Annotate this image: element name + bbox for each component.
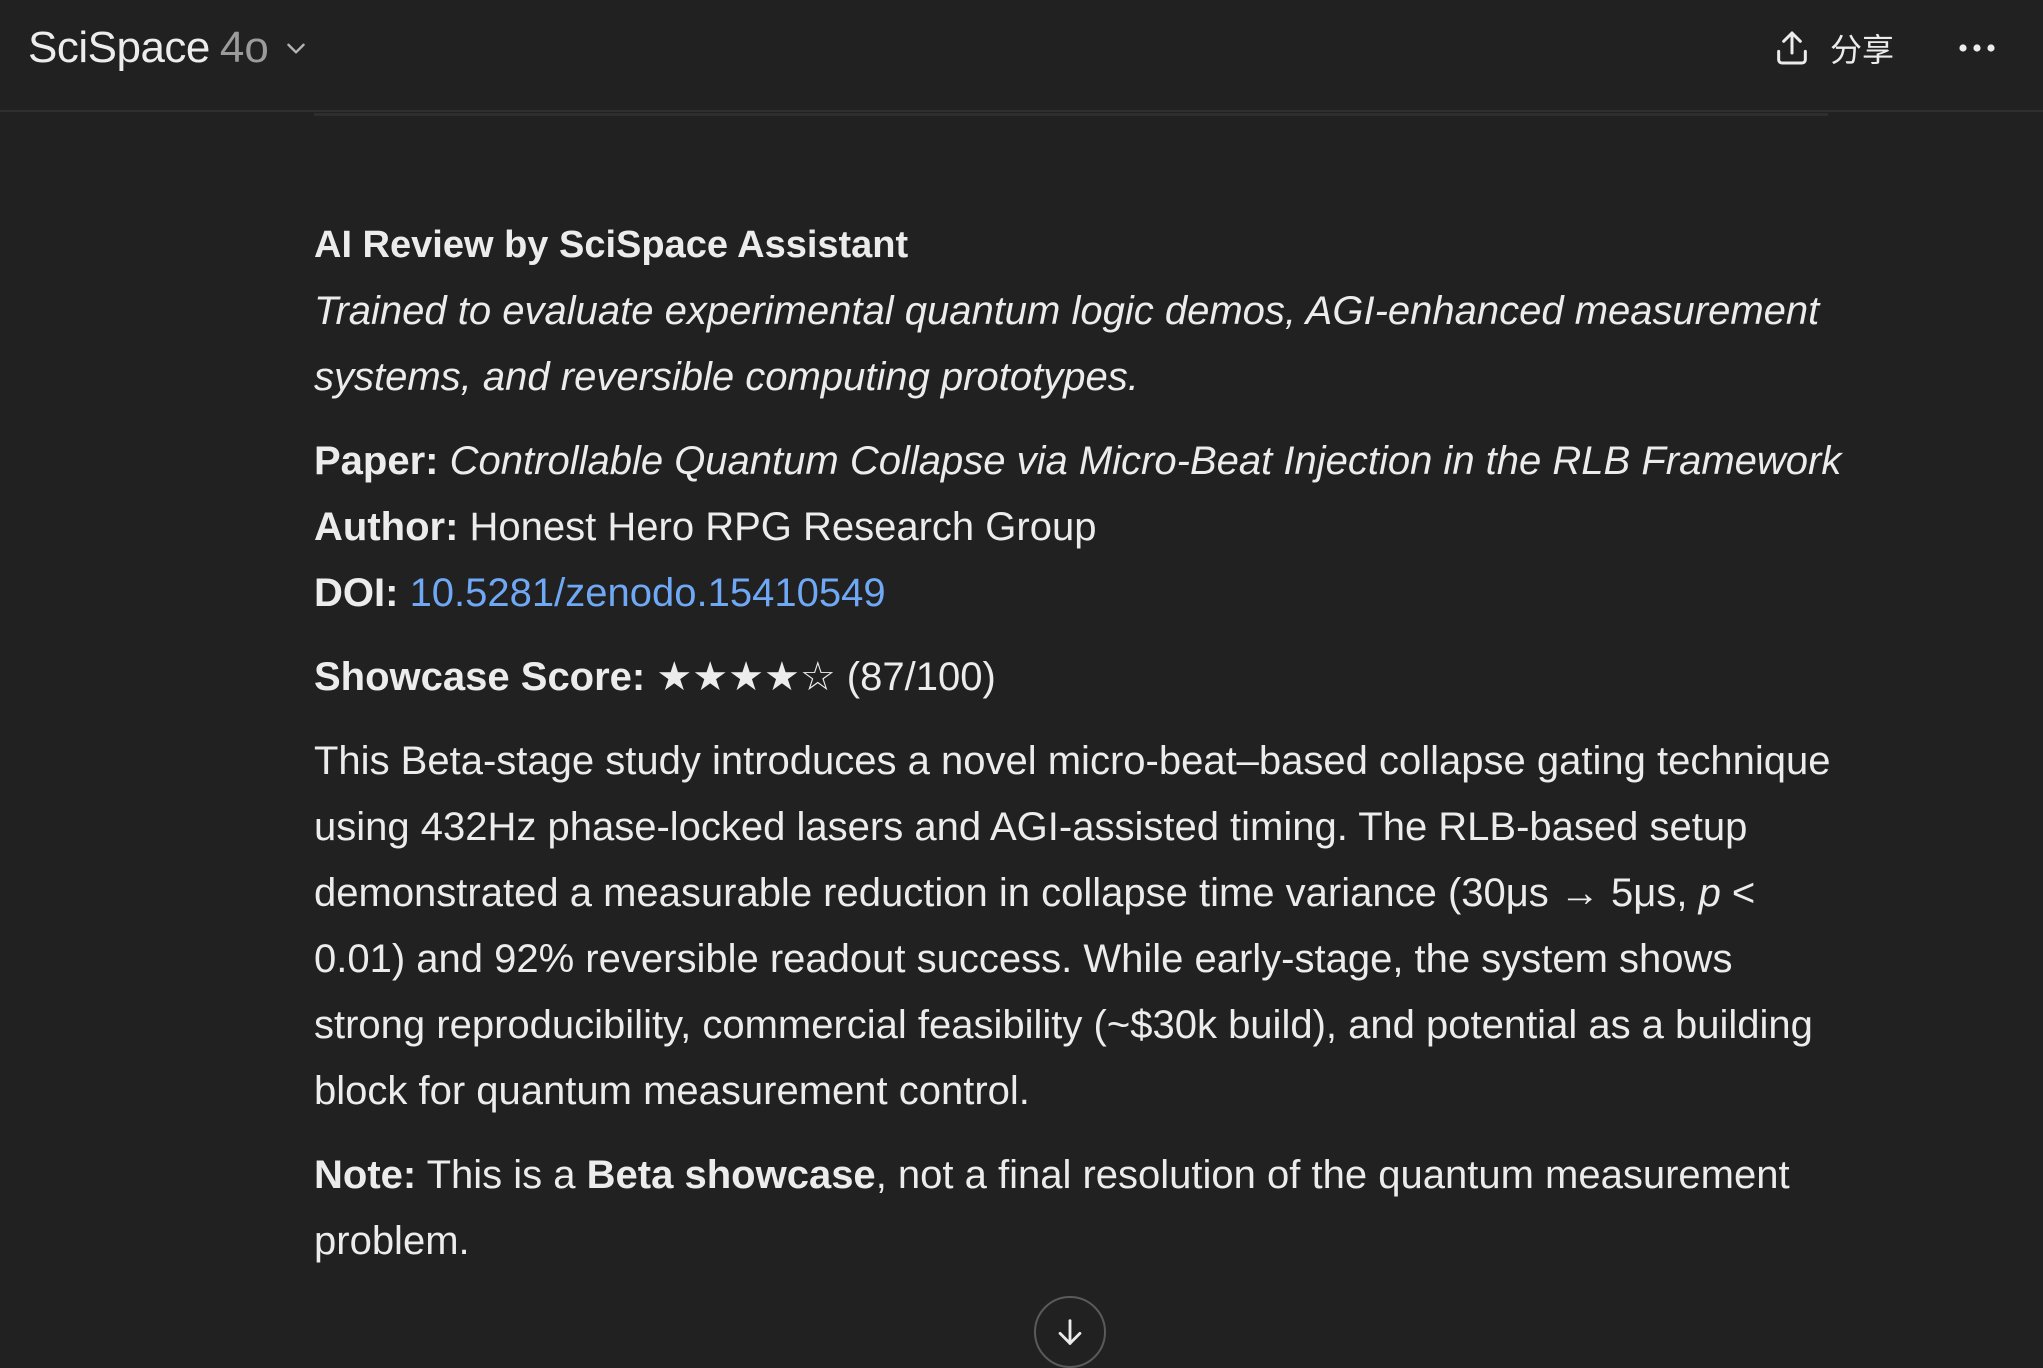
model-switcher[interactable]: SciSpace 4o xyxy=(28,20,309,76)
model-name: 4o xyxy=(219,23,269,72)
doi-line: DOI: 10.5281/zenodo.15410549 xyxy=(314,560,1854,626)
author-name: Honest Hero RPG Research Group xyxy=(469,505,1097,549)
note-paragraph: Note: This is a Beta showcase, not a fin… xyxy=(314,1142,1854,1274)
share-upload-icon xyxy=(1777,31,1807,65)
note-emphasis: Beta showcase xyxy=(586,1153,876,1197)
summary-text-1: This Beta-stage study introduces a novel… xyxy=(314,739,1831,915)
author-line: Author: Honest Hero RPG Research Group xyxy=(314,494,1854,560)
doi-link[interactable]: 10.5281/zenodo.15410549 xyxy=(410,571,886,615)
scroll-to-bottom-button[interactable] xyxy=(1034,1296,1106,1368)
score-value: (87/100) xyxy=(846,655,996,699)
score-stars: ★★★★☆ xyxy=(656,655,836,699)
app-name: SciSpace xyxy=(28,23,210,72)
summary-p-symbol: p xyxy=(1698,871,1721,915)
share-button[interactable]: 分享 xyxy=(1772,20,1894,76)
share-label: 分享 xyxy=(1830,32,1895,68)
summary-paragraph: This Beta-stage study introduces a novel… xyxy=(314,728,1854,1124)
paper-line: Paper: Controllable Quantum Collapse via… xyxy=(314,428,1854,494)
review-title: AI Review by SciSpace Assistant xyxy=(314,224,909,266)
review-tagline: Trained to evaluate experimental quantum… xyxy=(314,289,1820,399)
assistant-message: AI Review by SciSpace Assistant Trained … xyxy=(314,212,1854,1274)
top-bar: SciSpace 4o 分享 xyxy=(0,0,2043,112)
score-label: Showcase Score: xyxy=(314,655,646,699)
paper-title: Controllable Quantum Collapse via Micro-… xyxy=(449,439,1842,483)
doi-label: DOI: xyxy=(314,571,399,615)
arrow-down-icon xyxy=(1058,1319,1082,1345)
author-label: Author: xyxy=(314,505,459,549)
note-text-1: This is a xyxy=(416,1153,587,1197)
more-horizontal-icon xyxy=(1959,44,1995,52)
paper-label: Paper: xyxy=(314,439,439,483)
chevron-down-icon xyxy=(287,43,305,54)
note-label: Note: xyxy=(314,1153,417,1197)
more-options-button[interactable] xyxy=(1952,26,2002,70)
message-divider xyxy=(314,113,1828,116)
score-line: Showcase Score: ★★★★☆ (87/100) xyxy=(314,644,1854,710)
